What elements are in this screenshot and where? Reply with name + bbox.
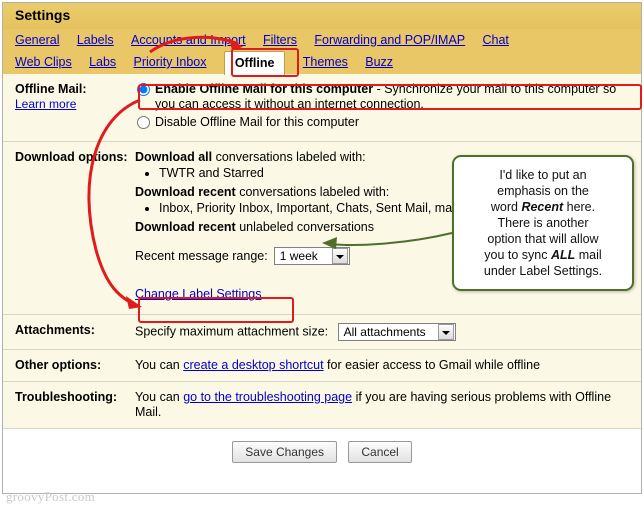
download-unlabeled-rest: unlabeled conversations — [235, 220, 375, 234]
attachments-label: Attachments: — [15, 323, 95, 337]
recent-message-range-label: Recent message range: — [135, 248, 268, 263]
attachments-text: Specify maximum attachment size: — [135, 324, 329, 339]
offline-mail-label: Offline Mail: — [15, 82, 87, 96]
callout-line-2: emphasis on the — [497, 184, 589, 198]
learn-more-link[interactable]: Learn more — [15, 97, 131, 111]
callout-line-6-post: mail — [575, 248, 602, 262]
row-other-options: Other options: You can create a desktop … — [3, 350, 641, 382]
row-troubleshooting: Troubleshooting: You can go to the troub… — [3, 382, 641, 429]
callout-emphasis-all: ALL — [550, 248, 576, 262]
change-label-settings-wrap: Change Label Settings — [135, 287, 261, 302]
chevron-down-icon[interactable] — [437, 324, 454, 340]
offline-mail-body: Enable Offline Mail for this computer - … — [131, 74, 641, 141]
offline-mail-label-cell: Offline Mail: Learn more — [3, 74, 131, 141]
callout-line-3-post: here. — [563, 200, 596, 214]
download-recent-rest: conversations labeled with: — [235, 185, 390, 199]
tab-labs[interactable]: Labs — [89, 52, 116, 72]
create-desktop-shortcut-link[interactable]: create a desktop shortcut — [183, 358, 323, 372]
annotation-callout: I'd like to put an emphasis on the word … — [452, 155, 634, 291]
callout-line-3: word Recent here. — [466, 199, 620, 215]
change-label-settings-link[interactable]: Change Label Settings — [135, 287, 261, 301]
watermark: groovyPost.com — [6, 489, 96, 504]
enable-offline-mail-text: Enable Offline Mail for this computer - … — [155, 82, 633, 112]
tab-themes[interactable]: Themes — [303, 52, 348, 72]
other-options-pre: You can — [135, 358, 184, 372]
disable-offline-mail-radio[interactable] — [137, 116, 150, 129]
recent-message-range-value: 1 week — [279, 248, 318, 263]
tab-chat[interactable]: Chat — [483, 30, 509, 50]
callout-line-5: option that will allow — [487, 232, 599, 246]
callout-line-3-pre: word — [490, 200, 522, 214]
callout-line-1: I'd like to put an — [499, 168, 587, 182]
tab-labels[interactable]: Labels — [77, 30, 114, 50]
tab-general[interactable]: General — [15, 30, 59, 50]
troubleshooting-pre: You can — [135, 390, 184, 404]
download-all-rest: conversations labeled with: — [212, 150, 366, 164]
chevron-down-icon[interactable] — [331, 248, 348, 264]
tab-priority-inbox[interactable]: Priority Inbox — [134, 52, 207, 72]
other-options-body: You can create a desktop shortcut for ea… — [131, 350, 641, 381]
other-options-label: Other options: — [15, 358, 102, 372]
attachment-size-select[interactable]: All attachments — [337, 323, 456, 341]
download-recent-bold: Download recent — [135, 185, 236, 199]
tab-buzz[interactable]: Buzz — [365, 52, 393, 72]
callout-line-7: under Label Settings. — [483, 264, 603, 278]
attachments-body: Specify maximum attachment size: All att… — [131, 315, 641, 349]
row-offline-mail: Offline Mail: Learn more Enable Offline … — [3, 74, 641, 142]
attachment-size-value: All attachments — [343, 324, 426, 339]
tab-filters[interactable]: Filters — [263, 30, 297, 50]
tab-web-clips[interactable]: Web Clips — [15, 52, 72, 72]
enable-offline-mail-radio[interactable] — [137, 83, 150, 96]
tab-forwarding-and-pop-imap[interactable]: Forwarding and POP/IMAP — [314, 30, 465, 50]
save-changes-button[interactable]: Save Changes — [232, 441, 338, 463]
page-title: Settings — [3, 3, 641, 29]
enable-offline-mail-option[interactable]: Enable Offline Mail for this computer - … — [135, 82, 633, 112]
callout-line-4: There is another — [497, 216, 589, 230]
tabs-row-2: Web Clips Labs Priority Inbox Offline Th… — [15, 50, 641, 75]
other-options-post: for easier access to Gmail while offline — [323, 358, 541, 372]
screenshot-root: Settings General Labels Accounts and Imp… — [0, 0, 644, 508]
download-unlabeled-bold: Download recent — [135, 220, 236, 234]
troubleshooting-body: You can go to the troubleshooting page i… — [131, 382, 641, 428]
row-attachments: Attachments: Specify maximum attachment … — [3, 315, 641, 350]
disable-offline-mail-option[interactable]: Disable Offline Mail for this computer — [135, 115, 633, 130]
tab-accounts-and-import[interactable]: Accounts and Import — [131, 30, 246, 50]
troubleshooting-page-link[interactable]: go to the troubleshooting page — [183, 390, 352, 404]
cancel-button[interactable]: Cancel — [348, 441, 412, 463]
tabs-row-1: General Labels Accounts and Import Filte… — [15, 30, 641, 50]
enable-offline-mail-label: Enable Offline Mail for this computer — [155, 82, 374, 96]
settings-tabs: General Labels Accounts and Import Filte… — [3, 29, 641, 75]
callout-line-6: you to sync ALL mail — [466, 247, 620, 263]
download-options-label: Download options: — [15, 150, 128, 164]
tab-offline[interactable]: Offline — [223, 51, 286, 75]
callout-line-6-pre: you to sync — [484, 248, 551, 262]
download-all-bold: Download all — [135, 150, 213, 164]
troubleshooting-label: Troubleshooting: — [15, 390, 118, 404]
form-footer: Save Changes Cancel — [3, 429, 641, 473]
disable-offline-mail-label: Disable Offline Mail for this computer — [155, 115, 360, 129]
callout-emphasis-recent: Recent — [521, 200, 564, 214]
recent-message-range-select[interactable]: 1 week — [273, 247, 350, 265]
